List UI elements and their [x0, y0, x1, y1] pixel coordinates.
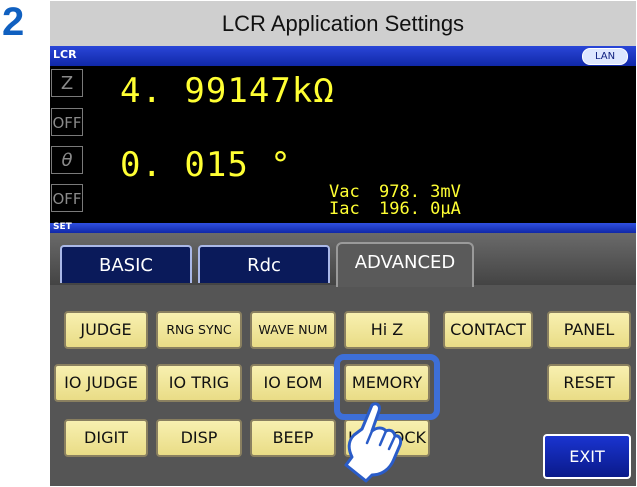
tab-rdc[interactable]: Rdc	[198, 245, 330, 283]
pointing-hand-icon	[344, 402, 403, 483]
io-eom-button[interactable]: IO EOM	[250, 364, 336, 402]
secondary-value: 0. 015 °	[120, 145, 292, 185]
contact-button[interactable]: CONTACT	[443, 311, 533, 349]
primary-value: 4. 99147kΩ	[120, 71, 335, 111]
disp-button[interactable]: DISP	[156, 419, 242, 457]
iac-value: 196. 0μA	[379, 199, 461, 219]
secondary-param-box[interactable]: θ	[51, 146, 83, 174]
judge-button[interactable]: JUDGE	[64, 311, 148, 349]
panel-button[interactable]: PANEL	[547, 311, 631, 349]
step-number: 2	[2, 0, 25, 44]
secondary-comparator-box: OFF	[51, 184, 83, 212]
reset-button[interactable]: RESET	[547, 364, 631, 402]
primary-param-box[interactable]: Z	[51, 69, 83, 97]
exit-button[interactable]: EXIT	[543, 434, 631, 479]
wave-num-button[interactable]: WAVE NUM	[250, 311, 336, 349]
tab-advanced[interactable]: ADVANCED	[336, 242, 474, 287]
window-title: LCR Application Settings	[50, 1, 636, 46]
mode-label: LCR	[53, 48, 77, 61]
io-judge-button[interactable]: IO JUDGE	[54, 364, 148, 402]
set-bar: SET	[50, 222, 636, 233]
digit-button[interactable]: DIGIT	[64, 419, 148, 457]
primary-comparator-box: OFF	[51, 108, 83, 136]
io-trig-button[interactable]: IO TRIG	[156, 364, 242, 402]
set-label: SET	[53, 222, 72, 232]
tab-basic[interactable]: BASIC	[60, 245, 192, 283]
lan-badge: LAN	[582, 48, 628, 65]
hi-z-button[interactable]: Hi Z	[344, 311, 430, 349]
iac-label: Iac	[329, 199, 360, 219]
instrument-screen: LCR Application Settings LCR LAN Z OFF 4…	[50, 1, 636, 486]
rng-sync-button[interactable]: RNG SYNC	[156, 311, 242, 349]
beep-button[interactable]: BEEP	[250, 419, 336, 457]
status-bar: LCR LAN	[50, 46, 636, 66]
